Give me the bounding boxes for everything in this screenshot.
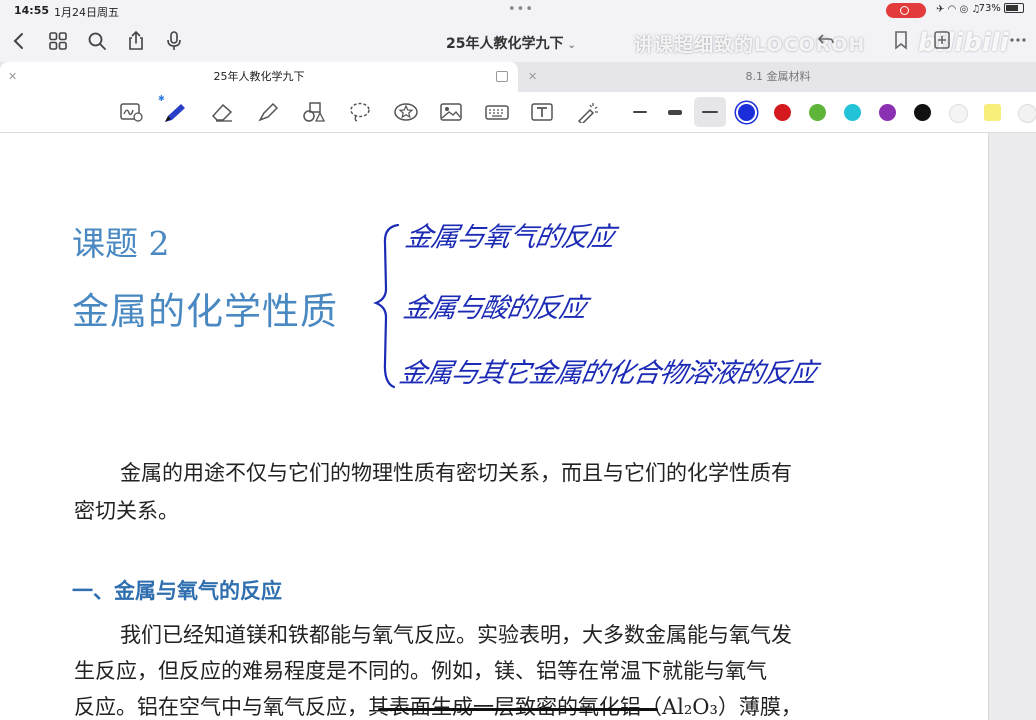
handwritten-note-3: 金属与其它金属的化合物溶液的反应 xyxy=(396,358,819,389)
tab-label: 8.1 金属材料 xyxy=(745,70,811,83)
color-swatch-green[interactable] xyxy=(809,104,826,121)
tab-metal-materials[interactable]: ✕ 8.1 金属材料 xyxy=(520,62,1036,92)
lesson-number: 课题 2 xyxy=(72,224,170,263)
status-bar: 14:55 1月24日周五 ••• ✈ ◠ ◎ ♫ 73% xyxy=(0,0,1036,22)
shapes-icon[interactable] xyxy=(301,101,326,123)
navigation-bar: 25年人教化学九下 ⌄ 讲课超细致的LOCOROH bilibili xyxy=(0,22,1036,62)
status-date: 1月24日周五 xyxy=(54,6,119,19)
status-time: 14:55 xyxy=(14,4,50,17)
laser-icon[interactable] xyxy=(576,101,600,126)
undo-icon[interactable] xyxy=(816,30,836,54)
ai-text-icon[interactable] xyxy=(119,101,143,123)
tab-document-main[interactable]: ✕ 25年人教化学九下 xyxy=(0,62,518,92)
battery-indicator: 73% xyxy=(979,3,1024,14)
back-icon[interactable] xyxy=(8,30,30,52)
handwritten-note-1: 金属与氧气的反应 xyxy=(402,222,617,253)
grid-icon[interactable] xyxy=(47,30,69,52)
bookmark-icon[interactable] xyxy=(892,30,910,54)
textbox-icon[interactable] xyxy=(530,101,554,123)
share-icon[interactable] xyxy=(125,30,147,52)
add-page-icon[interactable] xyxy=(932,30,952,54)
lasso-icon[interactable] xyxy=(348,101,372,123)
section-heading: 一、金属与氧气的反应 xyxy=(72,579,282,603)
color-swatch-light[interactable] xyxy=(1018,104,1036,123)
document-title[interactable]: 25年人教化学九下 ⌄ xyxy=(446,33,576,53)
intro-paragraph-line-1: 金属的用途不仅与它们的物理性质有密切关系，而且与它们的化学性质有 xyxy=(120,461,792,485)
document-title-text: 25年人教化学九下 xyxy=(446,36,564,52)
pen-icon[interactable] xyxy=(162,101,186,123)
split-view-icon[interactable] xyxy=(496,71,508,82)
tab-bar: ✕ 25年人教化学九下 ✕ 8.1 金属材料 xyxy=(0,62,1036,92)
search-icon[interactable] xyxy=(86,30,108,52)
body-line-3: 反应。铝在空气中与氧气反应，其表面生成一层致密的氧化铝（Al₂O₃）薄膜， xyxy=(74,695,802,719)
battery-icon xyxy=(1004,3,1024,13)
chevron-down-icon: ⌄ xyxy=(567,40,576,51)
handwritten-brace xyxy=(373,223,400,389)
lesson-title: 金属的化学性质 xyxy=(72,290,338,333)
mic-icon[interactable] xyxy=(163,30,185,52)
image-icon[interactable] xyxy=(439,101,463,123)
color-swatch-blue[interactable] xyxy=(738,104,755,121)
page-scroll-area[interactable] xyxy=(988,133,1036,720)
color-swatch-red[interactable] xyxy=(774,104,791,121)
body-line-2: 生反应，但反应的难易程度是不同的。例如，镁、铝等在常温下就能与氧气 xyxy=(74,659,767,683)
stroke-medium-line xyxy=(702,111,718,113)
highlighter-icon[interactable] xyxy=(256,101,280,123)
stroke-thin-option[interactable] xyxy=(633,111,647,113)
color-swatch-purple[interactable] xyxy=(879,104,896,121)
eraser-icon[interactable] xyxy=(210,101,234,123)
drawing-toolbar: ✱ xyxy=(0,92,1036,133)
screen-record-icon[interactable] xyxy=(886,3,926,18)
stroke-thick-option[interactable] xyxy=(668,110,682,115)
multitasking-dots[interactable]: ••• xyxy=(508,2,534,17)
color-swatch-white[interactable] xyxy=(949,104,968,123)
sticker-icon[interactable] xyxy=(393,101,418,123)
system-icons: ✈ ◠ ◎ ♫ xyxy=(936,4,981,15)
keyboard-icon[interactable] xyxy=(485,101,509,123)
notebook-page[interactable]: 课题 2 金属的化学性质 金属与氧气的反应 金属与酸的反应 金属与其它金属的化合… xyxy=(0,133,988,720)
color-swatch-black[interactable] xyxy=(914,104,931,121)
body-line-1: 我们已经知道镁和铁都能与氧气反应。实验表明，大多数金属能与氧气发 xyxy=(120,623,792,647)
color-swatch-cyan[interactable] xyxy=(844,104,861,121)
handwritten-note-2: 金属与酸的反应 xyxy=(400,293,589,324)
handwritten-underline-stroke xyxy=(378,708,658,711)
more-icon[interactable] xyxy=(1008,30,1028,54)
intro-paragraph-line-2: 密切关系。 xyxy=(74,499,179,523)
color-swatch-yellow[interactable] xyxy=(984,104,1001,121)
tab-label: 25年人教化学九下 xyxy=(213,70,305,83)
battery-percent: 73% xyxy=(978,3,1001,14)
